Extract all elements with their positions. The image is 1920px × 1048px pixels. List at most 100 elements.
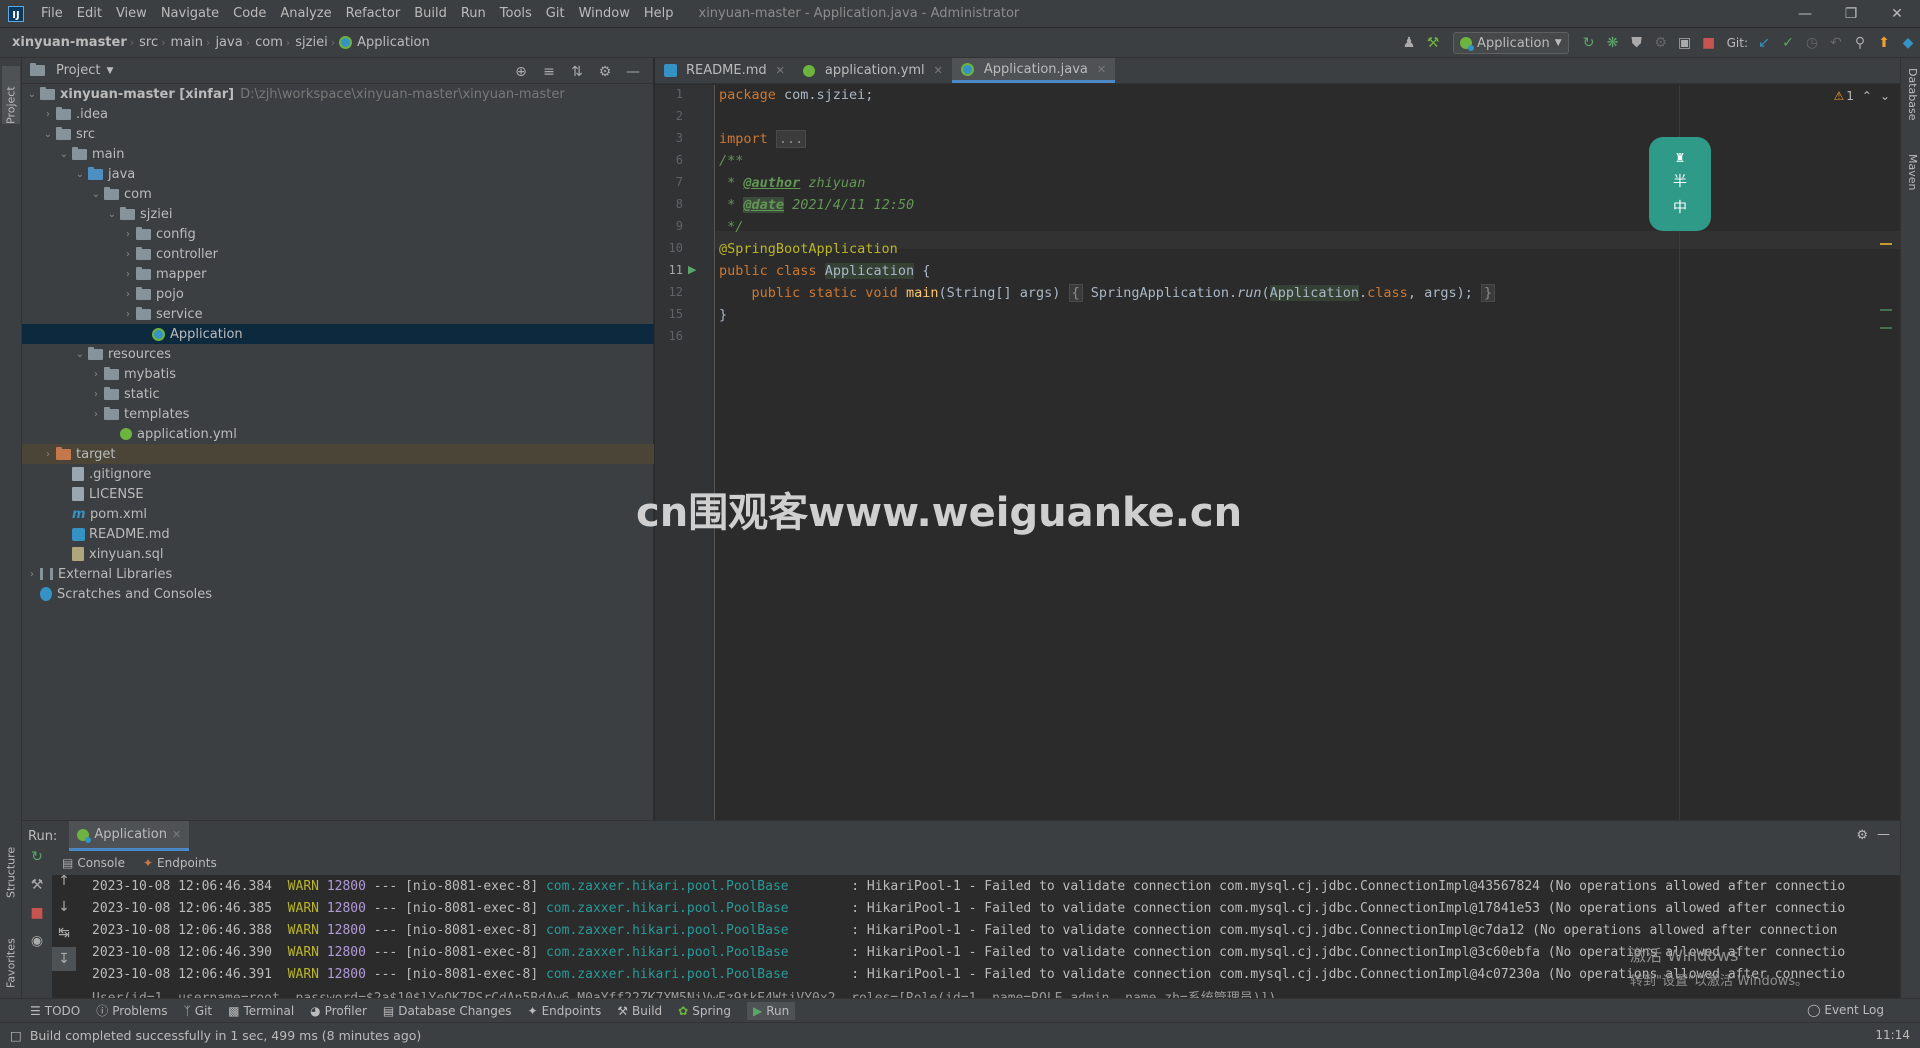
hide-panel-icon[interactable]: —	[1877, 827, 1890, 842]
tool-tab-spring[interactable]: ✿ Spring	[678, 1004, 731, 1018]
breadcrumb-java[interactable]: java	[210, 35, 245, 50]
minimize-icon[interactable]: —	[1782, 0, 1828, 28]
chevron-down-icon[interactable]: ⌄	[88, 189, 104, 200]
tool-tab-endpoints[interactable]: ✦ Endpoints	[528, 1004, 602, 1018]
tree-item-src[interactable]: ⌄ src	[22, 124, 654, 144]
breadcrumb-project[interactable]: xinyuan-master	[7, 35, 130, 50]
tree-item-main[interactable]: ⌄ main	[22, 144, 654, 164]
tab-endpoints[interactable]: ✦ Endpoints	[143, 856, 217, 870]
log-logger[interactable]: com.zaxxer.hikari.pool.PoolBase	[546, 901, 789, 916]
code-editor[interactable]: 1 2 3 6 7 8 9 10 11 12 15 16 ▶ package c…	[655, 85, 1900, 820]
jetbrains-toolbox-icon[interactable]: ◆	[1896, 31, 1920, 55]
collapse-all-icon[interactable]: ⇅	[565, 60, 589, 84]
tab-application-java[interactable]: Application.java ✕	[951, 58, 1116, 83]
tree-item-readme[interactable]: README.md	[22, 524, 654, 544]
tab-console[interactable]: ▤ Console	[62, 856, 125, 870]
menu-navigate[interactable]: Navigate	[154, 0, 226, 28]
log-logger[interactable]: com.zaxxer.hikari.pool.PoolBase	[546, 923, 789, 938]
tree-item-application[interactable]: Application	[22, 324, 654, 344]
chevron-down-icon[interactable]: ⌄	[1880, 89, 1890, 103]
scroll-change-marker[interactable]	[1880, 327, 1892, 329]
chevron-right-icon[interactable]: ›	[120, 229, 136, 240]
tab-readme[interactable]: README.md ✕	[655, 58, 794, 83]
breadcrumb-main[interactable]: main	[166, 35, 206, 50]
close-icon[interactable]: ✕	[1874, 0, 1920, 28]
coverage-icon[interactable]: ⛊	[1625, 31, 1649, 55]
tool-tab-problems[interactable]: ⓘ Problems	[96, 1002, 167, 1019]
build-hammer-icon[interactable]: ⚒	[1421, 31, 1445, 55]
debug-icon[interactable]: ❋	[1601, 31, 1625, 55]
menu-git[interactable]: Git	[539, 0, 572, 28]
chevron-right-icon[interactable]: ›	[88, 389, 104, 400]
chevron-down-icon[interactable]: ⌄	[56, 149, 72, 160]
attach-icon[interactable]: ▣	[1673, 31, 1697, 55]
tree-item-resources[interactable]: ⌄ resources	[22, 344, 654, 364]
tree-item-templates[interactable]: › templates	[22, 404, 654, 424]
chevron-right-icon[interactable]: ›	[40, 449, 56, 460]
git-rollback-icon[interactable]: ↶	[1824, 31, 1848, 55]
chevron-right-icon[interactable]: ›	[120, 289, 136, 300]
chevron-down-icon[interactable]: ⌄	[104, 209, 120, 220]
chevron-right-icon[interactable]: ›	[120, 309, 136, 320]
tree-item-pom[interactable]: m pom.xml	[22, 504, 654, 524]
git-update-icon[interactable]: ↙	[1752, 31, 1776, 55]
locate-icon[interactable]: ⊕	[509, 60, 533, 84]
restore-icon[interactable]: ❐	[1828, 0, 1874, 28]
tab-application-yml[interactable]: application.yml ✕	[794, 58, 952, 83]
tree-item-external-libraries[interactable]: › External Libraries	[22, 564, 654, 584]
menu-view[interactable]: View	[109, 0, 154, 28]
event-log-button[interactable]: ◯ Event Log	[1807, 1003, 1884, 1017]
tool-tab-build[interactable]: ⚒ Build	[617, 1004, 662, 1018]
tree-item-idea[interactable]: › .idea	[22, 104, 654, 124]
tree-item-static[interactable]: › static	[22, 384, 654, 404]
chevron-down-icon[interactable]: ⌄	[24, 89, 40, 100]
search-icon[interactable]: ⚲	[1848, 31, 1872, 55]
stop-icon[interactable]: ■	[1697, 31, 1721, 55]
log-logger[interactable]: com.zaxxer.hikari.pool.PoolBase	[546, 879, 789, 894]
project-view-select[interactable]: Project	[56, 63, 100, 78]
console-output[interactable]: 2023-10-08 12:06:46.384 WARN 12800 --- […	[66, 875, 1896, 999]
chevron-right-icon[interactable]: ›	[120, 249, 136, 260]
run-tab-application[interactable]: Application ✕	[69, 821, 190, 851]
chevron-right-icon[interactable]: ›	[24, 569, 40, 580]
menu-run[interactable]: Run	[454, 0, 493, 28]
tree-item-sjziei[interactable]: ⌄ sjziei	[22, 204, 654, 224]
rerun-icon[interactable]: ↻	[25, 845, 49, 869]
database-tool-tab[interactable]: Database	[1903, 68, 1919, 121]
folded-imports[interactable]: ...	[775, 130, 807, 148]
git-commit-icon[interactable]: ✓	[1776, 31, 1800, 55]
close-tab-icon[interactable]: ✕	[776, 64, 785, 77]
tree-item-config[interactable]: › config	[22, 224, 654, 244]
hide-panel-icon[interactable]: —	[621, 60, 645, 84]
tree-item-service[interactable]: › service	[22, 304, 654, 324]
tool-tab-run[interactable]: ▶ Run	[746, 1001, 796, 1020]
log-logger[interactable]: com.zaxxer.hikari.pool.PoolBase	[546, 945, 789, 960]
breadcrumb-com[interactable]: com	[250, 35, 286, 50]
chevron-up-icon[interactable]: ⌃	[1862, 89, 1872, 103]
tree-item-java[interactable]: ⌄ java	[22, 164, 654, 184]
tree-item-mapper[interactable]: › mapper	[22, 264, 654, 284]
menu-analyze[interactable]: Analyze	[273, 0, 338, 28]
chevron-right-icon[interactable]: ›	[120, 269, 136, 280]
chevron-right-icon[interactable]: ›	[40, 109, 56, 120]
caret-position[interactable]: 11:14	[1875, 1028, 1910, 1042]
expand-all-icon[interactable]: ≡	[537, 60, 561, 84]
gear-icon[interactable]: ⚙	[593, 60, 617, 84]
tree-item-target[interactable]: › target	[22, 444, 654, 464]
tree-item-mybatis[interactable]: › mybatis	[22, 364, 654, 384]
menu-edit[interactable]: Edit	[70, 0, 109, 28]
tree-item-pojo[interactable]: › pojo	[22, 284, 654, 304]
scroll-warning-marker[interactable]	[1880, 243, 1892, 245]
chevron-down-icon[interactable]: ⌄	[72, 349, 88, 360]
chevron-down-icon[interactable]: ⌄	[40, 129, 56, 140]
run-gutter-icon[interactable]: ▶	[688, 263, 696, 276]
menu-file[interactable]: File	[34, 0, 70, 28]
tool-tab-terminal[interactable]: ▩ Terminal	[228, 1004, 294, 1018]
close-tab-icon[interactable]: ✕	[1097, 63, 1106, 76]
gear-icon[interactable]: ⚙	[1856, 828, 1868, 843]
chevron-right-icon[interactable]: ›	[88, 409, 104, 420]
rerun-icon[interactable]: ↻	[1577, 31, 1601, 55]
maven-tool-tab[interactable]: Maven	[1903, 154, 1919, 190]
menu-build[interactable]: Build	[407, 0, 454, 28]
breadcrumb-application[interactable]: Application	[357, 35, 433, 50]
